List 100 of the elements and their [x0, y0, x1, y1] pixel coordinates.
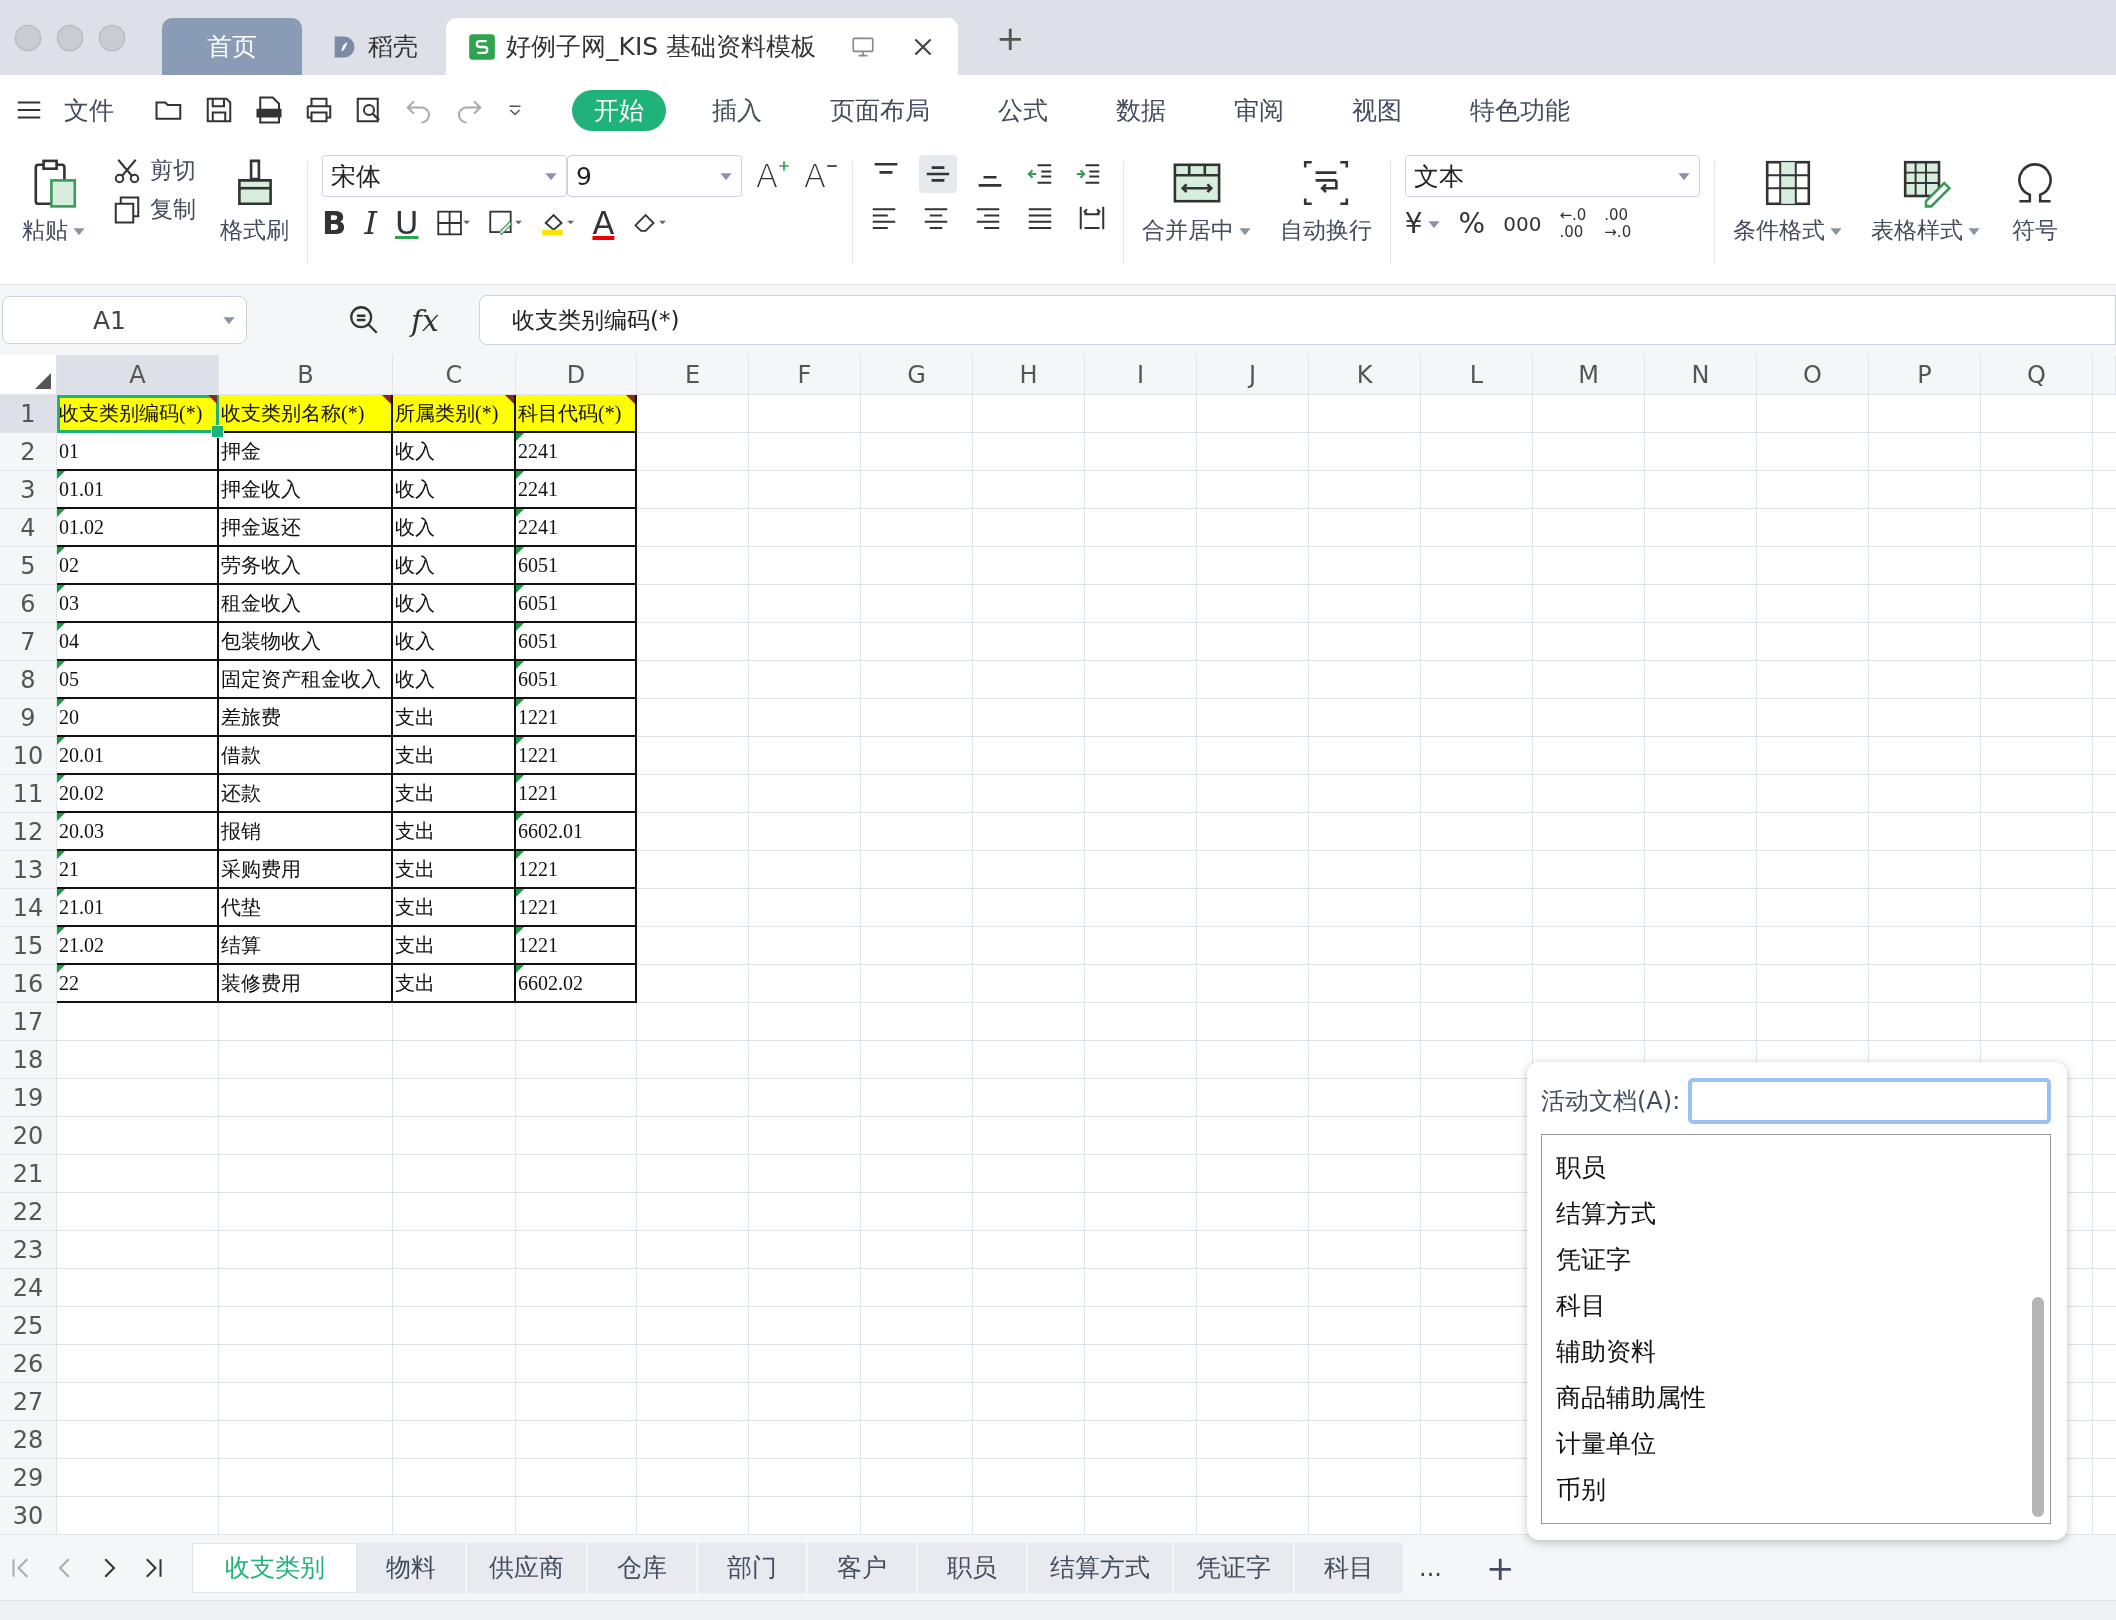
- row-header[interactable]: 26: [0, 1345, 57, 1383]
- thousands-button[interactable]: 000: [1503, 213, 1542, 234]
- row-header[interactable]: 5: [0, 547, 57, 585]
- copy-button[interactable]: 复制: [110, 194, 196, 225]
- row-header[interactable]: 3: [0, 471, 57, 509]
- column-header[interactable]: N: [1645, 355, 1757, 395]
- file-menu[interactable]: 文件: [64, 93, 114, 127]
- row-header[interactable]: 29: [0, 1459, 57, 1497]
- increase-decimal-button[interactable]: ←.0 .00: [1559, 207, 1587, 240]
- paste-button[interactable]: 粘贴: [18, 155, 90, 248]
- row-header[interactable]: 16: [0, 965, 57, 1003]
- document-tab[interactable]: 稻壳: [308, 18, 440, 75]
- number-format-select[interactable]: 文本: [1404, 155, 1700, 197]
- row-header[interactable]: 17: [0, 1003, 57, 1041]
- column-header[interactable]: M: [1533, 355, 1645, 395]
- more-sheets-button[interactable]: ...: [1419, 1553, 1442, 1582]
- borders-icon[interactable]: [436, 208, 471, 238]
- list-item[interactable]: 凭证字: [1556, 1243, 1631, 1277]
- column-header[interactable]: E: [637, 355, 749, 395]
- italic-button[interactable]: I: [364, 207, 378, 239]
- column-header[interactable]: H: [973, 355, 1085, 395]
- name-box[interactable]: A1: [2, 296, 247, 344]
- sheet-tab[interactable]: 职员: [918, 1542, 1028, 1593]
- fill-handle[interactable]: [211, 425, 224, 438]
- cell-style-icon[interactable]: [488, 208, 523, 238]
- column-header[interactable]: C: [393, 355, 516, 395]
- font-size-select[interactable]: 9: [567, 155, 742, 197]
- column-header[interactable]: O: [1757, 355, 1869, 395]
- column-header[interactable]: Q: [1981, 355, 2093, 395]
- formula-field[interactable]: 收支类别编码(*): [479, 295, 2116, 345]
- active-document-field[interactable]: [1688, 1078, 2051, 1124]
- row-header[interactable]: 19: [0, 1079, 57, 1117]
- column-header[interactable]: D: [516, 355, 637, 395]
- column-header[interactable]: P: [1869, 355, 1981, 395]
- format-painter-button[interactable]: 格式刷: [216, 155, 293, 248]
- list-item[interactable]: 币别: [1556, 1473, 1606, 1507]
- save-icon[interactable]: [204, 95, 234, 125]
- row-header[interactable]: 6: [0, 585, 57, 623]
- row-header[interactable]: 4: [0, 509, 57, 547]
- sheet-tab[interactable]: 物料: [357, 1542, 467, 1593]
- sheet-tab[interactable]: 仓库: [588, 1542, 698, 1593]
- sheet-tab[interactable]: 科目: [1295, 1542, 1405, 1593]
- row-header[interactable]: 20: [0, 1117, 57, 1155]
- row-header[interactable]: 13: [0, 851, 57, 889]
- print-icon[interactable]: [304, 95, 334, 125]
- decrease-font-button[interactable]: A: [803, 160, 838, 192]
- list-item[interactable]: 结算方式: [1556, 1197, 1656, 1231]
- row-header[interactable]: 11: [0, 775, 57, 813]
- row-header[interactable]: 27: [0, 1383, 57, 1421]
- row-header[interactable]: 9: [0, 699, 57, 737]
- document-tab[interactable]: 好例子网_KIS 基础资料模板: [446, 18, 959, 75]
- ribbon-tab[interactable]: 页面布局: [808, 89, 952, 131]
- row-header[interactable]: 28: [0, 1421, 57, 1459]
- row-header[interactable]: 2: [0, 433, 57, 471]
- cut-button[interactable]: 剪切: [110, 155, 196, 186]
- row-header[interactable]: 22: [0, 1193, 57, 1231]
- table-style-button[interactable]: 表格样式: [1866, 155, 1985, 248]
- row-header[interactable]: 24: [0, 1269, 57, 1307]
- symbol-button[interactable]: 符号: [2004, 155, 2065, 248]
- row-header[interactable]: 30: [0, 1497, 57, 1535]
- list-item[interactable]: 商品辅助属性: [1556, 1381, 1706, 1415]
- scrollbar-thumb[interactable]: [2032, 1297, 2044, 1517]
- sheet-tab[interactable]: 凭证字: [1174, 1542, 1295, 1593]
- row-header[interactable]: 7: [0, 623, 57, 661]
- ribbon-tab[interactable]: 特色功能: [1448, 89, 1592, 131]
- row-header[interactable]: 10: [0, 737, 57, 775]
- row-header[interactable]: 14: [0, 889, 57, 927]
- percent-button[interactable]: %: [1458, 209, 1486, 238]
- column-header[interactable]: J: [1197, 355, 1309, 395]
- decrease-decimal-button[interactable]: .00 →.0: [1604, 207, 1632, 240]
- font-select[interactable]: 宋体: [322, 155, 567, 197]
- conditional-format-button[interactable]: 条件格式: [1728, 155, 1847, 248]
- ribbon-tab[interactable]: 插入: [690, 89, 784, 131]
- list-item[interactable]: 辅助资料: [1556, 1335, 1656, 1369]
- sheet-tab[interactable]: 供应商: [467, 1542, 588, 1593]
- merge-center-button[interactable]: 合并居中: [1137, 155, 1256, 248]
- font-color-button[interactable]: A: [592, 207, 615, 239]
- bold-button[interactable]: B: [322, 207, 347, 239]
- list-item[interactable]: 计量单位: [1556, 1427, 1656, 1461]
- select-all-icon[interactable]: [33, 371, 53, 391]
- ribbon-tab[interactable]: 视图: [1330, 89, 1424, 131]
- ribbon-tab[interactable]: 公式: [976, 89, 1070, 131]
- row-header[interactable]: 18: [0, 1041, 57, 1079]
- column-header[interactable]: F: [749, 355, 861, 395]
- column-header[interactable]: I: [1085, 355, 1197, 395]
- add-sheet-button[interactable]: +: [1485, 1547, 1515, 1588]
- sheet-tab[interactable]: 部门: [698, 1542, 808, 1593]
- row-header[interactable]: 12: [0, 813, 57, 851]
- row-header[interactable]: 8: [0, 661, 57, 699]
- column-header[interactable]: K: [1309, 355, 1421, 395]
- underline-button[interactable]: U: [395, 207, 419, 239]
- sheet-tab[interactable]: 结算方式: [1028, 1542, 1174, 1593]
- row-header[interactable]: 25: [0, 1307, 57, 1345]
- column-header[interactable]: B: [219, 355, 393, 395]
- pdf-icon[interactable]: [254, 95, 284, 125]
- align-button[interactable]: [918, 155, 957, 193]
- list-item[interactable]: 科目: [1556, 1289, 1606, 1323]
- row-header[interactable]: 15: [0, 927, 57, 965]
- ribbon-tab[interactable]: 数据: [1094, 89, 1188, 131]
- increase-font-button[interactable]: A: [756, 160, 790, 192]
